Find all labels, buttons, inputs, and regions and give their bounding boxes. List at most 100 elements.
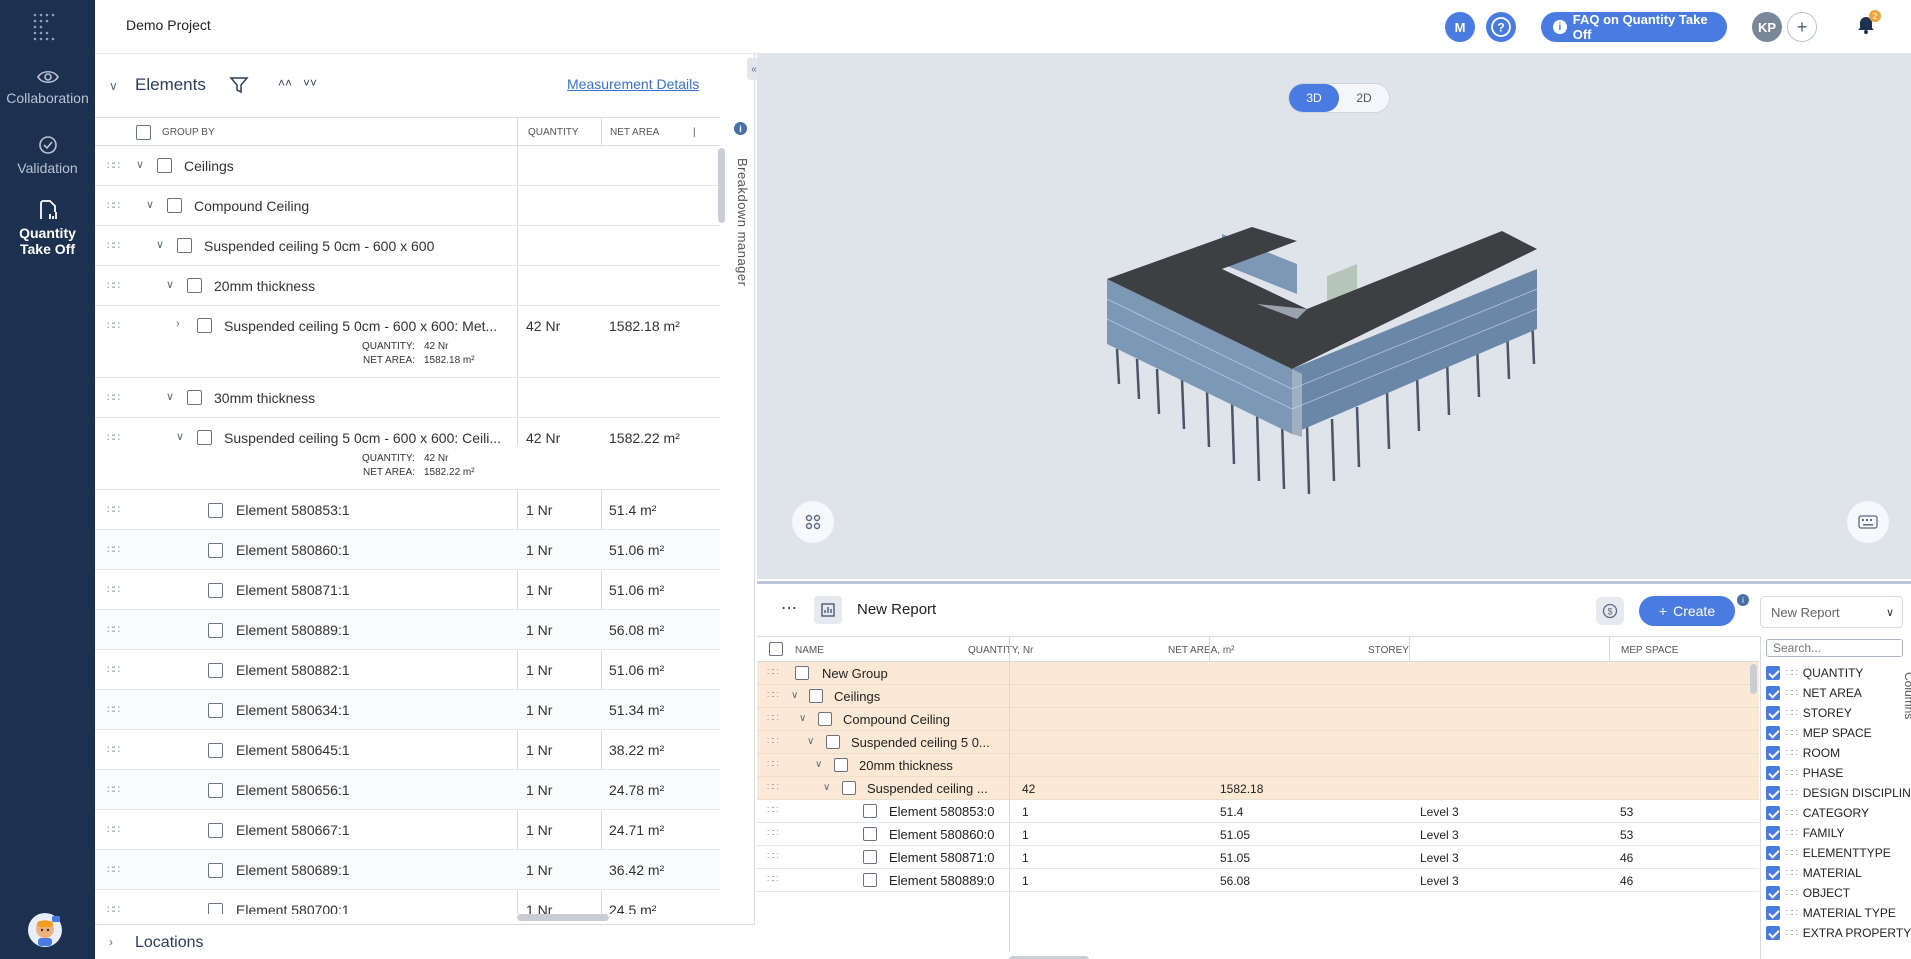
row-checkbox[interactable] (818, 712, 832, 726)
report-vertical-scrollbar[interactable] (1750, 664, 1757, 694)
report-row[interactable]: ∷∷ ∨ 20mm thickness (757, 754, 1759, 777)
drag-handle-icon[interactable]: ∷∷ (1786, 728, 1798, 739)
select-all-checkbox[interactable] (136, 125, 151, 140)
drag-handle-icon[interactable]: ∷∷ (107, 863, 120, 876)
column-storey[interactable]: STOREY (1368, 645, 1409, 656)
report-row[interactable]: ∷∷ Element 580860:0 1 51.05 Level 3 53 (757, 823, 1759, 846)
column-option[interactable]: ∷∷ STOREY (1766, 703, 1852, 723)
building-model[interactable] (1097, 219, 1577, 539)
column-checkbox[interactable] (1766, 846, 1780, 860)
column-checkbox[interactable] (1766, 706, 1780, 720)
column-checkbox[interactable] (1766, 826, 1780, 840)
tree-row[interactable]: ∷∷ Element 580645:1 1 Nr 38.22 m² (95, 730, 720, 770)
column-name[interactable]: NAME (795, 645, 824, 656)
report-row[interactable]: ∷∷ Element 580853:0 1 51.4 Level 3 53 (757, 800, 1759, 823)
tree-row[interactable]: ∷∷ Element 580871:1 1 Nr 51.06 m² (95, 570, 720, 610)
mode-2d-button[interactable]: 2D (1339, 84, 1389, 112)
drag-handle-icon[interactable]: ∷∷ (107, 431, 120, 444)
tree-row[interactable]: ∷∷ Element 580634:1 1 Nr 51.34 m² (95, 690, 720, 730)
column-search-input[interactable] (1766, 639, 1903, 657)
row-checkbox[interactable] (208, 743, 223, 758)
drag-handle-icon[interactable]: ∷∷ (1786, 868, 1798, 879)
drag-handle-icon[interactable]: ∷∷ (107, 319, 120, 332)
drag-handle-icon[interactable]: ∷∷ (767, 805, 779, 816)
chevron-down-icon[interactable]: ∨ (815, 759, 822, 770)
report-row[interactable]: ∷∷ ∨ Suspended ceiling 5 0... (757, 731, 1759, 754)
drag-handle-icon[interactable]: ∷∷ (1786, 748, 1798, 759)
drag-handle-icon[interactable]: ∷∷ (107, 823, 120, 836)
view-mode-toggle[interactable]: 3D 2D (1288, 83, 1390, 113)
drag-handle-icon[interactable]: ∷∷ (767, 851, 779, 862)
row-checkbox[interactable] (197, 318, 212, 333)
drag-handle-icon[interactable]: ∷∷ (107, 743, 120, 756)
drag-handle-icon[interactable]: ∷∷ (767, 667, 779, 678)
row-checkbox[interactable] (863, 827, 877, 841)
tree-row[interactable]: ∷∷ Element 580656:1 1 Nr 24.78 m² (95, 770, 720, 810)
row-checkbox[interactable] (208, 503, 223, 518)
breakdown-manager-tab[interactable]: i Breakdown manager (727, 118, 753, 918)
column-option[interactable]: ∷∷ NET AREA (1766, 683, 1862, 703)
row-checkbox[interactable] (208, 863, 223, 878)
drag-handle-icon[interactable]: ∷∷ (767, 759, 779, 770)
tree-row[interactable]: ∷∷ ∨ 30mm thickness (95, 378, 720, 418)
tree-row[interactable]: ∷∷ ∨ Ceilings (95, 146, 720, 186)
column-option[interactable]: ∷∷ DESIGN DISCIPLINE (1766, 783, 1911, 803)
column-checkbox[interactable] (1766, 806, 1780, 820)
column-checkbox[interactable] (1766, 686, 1780, 700)
tree-row[interactable]: ∷∷ › Suspended ceiling 5 0cm - 600 x 600… (95, 306, 720, 378)
row-checkbox[interactable] (809, 689, 823, 703)
column-checkbox[interactable] (1766, 666, 1780, 680)
view-options-button[interactable] (792, 501, 834, 543)
filter-icon[interactable] (229, 75, 249, 95)
add-user-button[interactable]: + (1787, 12, 1817, 42)
drag-handle-icon[interactable]: ∷∷ (1786, 808, 1798, 819)
mode-3d-button[interactable]: 3D (1289, 84, 1339, 112)
column-checkbox[interactable] (1766, 726, 1780, 740)
tree-row[interactable]: ∷∷ Element 580689:1 1 Nr 36.42 m² (95, 850, 720, 890)
tree-row[interactable]: ∷∷ ∨ Compound Ceiling (95, 186, 720, 226)
cost-button[interactable]: $ (1596, 597, 1624, 625)
chevron-down-icon[interactable]: ∨ (791, 690, 798, 701)
row-checkbox[interactable] (187, 278, 202, 293)
chevron-down-icon[interactable]: ∨ (146, 198, 154, 211)
column-checkbox[interactable] (1766, 886, 1780, 900)
tree-row[interactable]: ∷∷ ∨ Suspended ceiling 5 0cm - 600 x 600 (95, 226, 720, 266)
report-row[interactable]: ∷∷ New Group (757, 662, 1759, 685)
report-select[interactable]: New Report ∨ (1760, 596, 1903, 628)
chevron-down-icon[interactable]: ∨ (176, 430, 184, 443)
column-checkbox[interactable] (1766, 866, 1780, 880)
drag-handle-icon[interactable]: ∷∷ (1786, 708, 1798, 719)
drag-handle-icon[interactable]: ∷∷ (1786, 668, 1798, 679)
row-checkbox[interactable] (208, 663, 223, 678)
column-option[interactable]: ∷∷ QUANTITY (1766, 663, 1863, 683)
column-quantity[interactable]: QUANTITY (528, 127, 579, 138)
tree-row[interactable]: ∷∷ ∨ 20mm thickness (95, 266, 720, 306)
drag-handle-icon[interactable]: ∷∷ (767, 713, 779, 724)
column-option[interactable]: ∷∷ FAMILY (1766, 823, 1845, 843)
chevron-down-icon[interactable]: ∨ (799, 713, 806, 724)
tree-row[interactable]: ∷∷ Element 580700:1 1 Nr 24.5 m² (95, 890, 720, 914)
row-checkbox[interactable] (177, 238, 192, 253)
chevron-down-icon[interactable]: ∨ (166, 390, 174, 403)
drag-handle-icon[interactable]: ∷∷ (1786, 788, 1798, 799)
row-checkbox[interactable] (157, 158, 172, 173)
drag-handle-icon[interactable]: ∷∷ (107, 503, 120, 516)
column-option[interactable]: ∷∷ EXTRA PROPERTY (1766, 923, 1911, 943)
column-checkbox[interactable] (1766, 906, 1780, 920)
column-option[interactable]: ∷∷ PHASE (1766, 763, 1843, 783)
row-checkbox[interactable] (208, 903, 223, 914)
drag-handle-icon[interactable]: ∷∷ (107, 239, 120, 252)
tree-row[interactable]: ∷∷ Element 580860:1 1 Nr 51.06 m² (95, 530, 720, 570)
row-checkbox[interactable] (167, 198, 182, 213)
row-checkbox[interactable] (826, 735, 840, 749)
column-quantity[interactable]: QUANTITY, Nr (968, 645, 1033, 656)
drag-handle-icon[interactable]: ∷∷ (767, 828, 779, 839)
column-checkbox[interactable] (1766, 786, 1780, 800)
report-row[interactable]: ∷∷ ∨ Ceilings (757, 685, 1759, 708)
drag-handle-icon[interactable]: ∷∷ (767, 782, 779, 793)
info-icon[interactable]: i (1737, 594, 1749, 606)
drag-handle-icon[interactable]: ∷∷ (107, 391, 120, 404)
notifications-button[interactable]: 2 (1857, 10, 1881, 39)
report-row[interactable]: ∷∷ Element 580889:0 1 56.08 Level 3 46 (757, 869, 1759, 892)
row-checkbox[interactable] (834, 758, 848, 772)
